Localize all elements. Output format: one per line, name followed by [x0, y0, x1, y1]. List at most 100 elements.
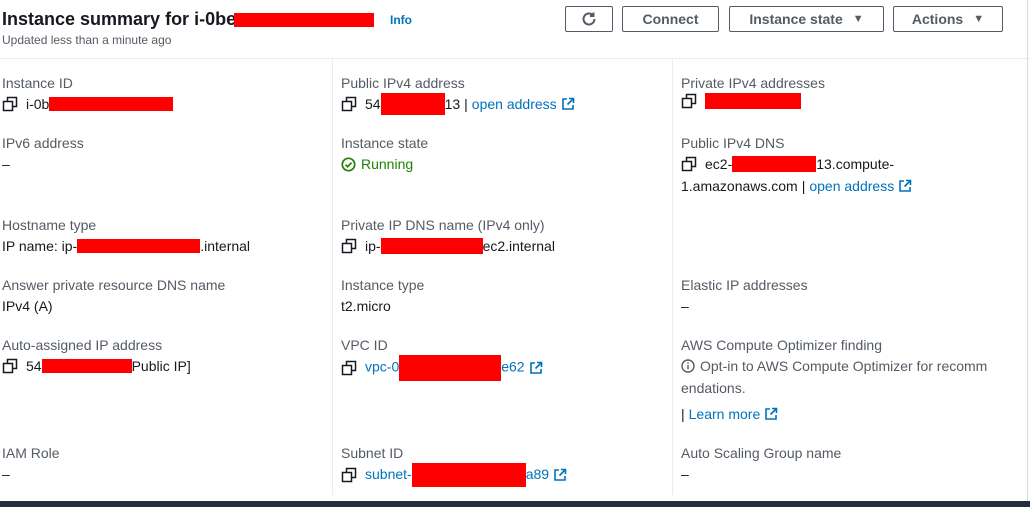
copy-icon[interactable]	[341, 238, 357, 254]
field-label: Public IPv4 address	[341, 75, 465, 91]
redaction-mark	[705, 93, 801, 109]
private-dns-prefix: ip-	[365, 238, 381, 254]
field-value: t2.micro	[341, 298, 391, 314]
learn-more-link[interactable]: Learn more	[689, 403, 761, 425]
open-address-link[interactable]: open address	[809, 175, 894, 197]
field-value: –	[681, 466, 689, 482]
field-iam-role: IAM Role –	[2, 443, 60, 485]
check-circle-icon	[341, 156, 356, 172]
field-label: Instance ID	[2, 75, 73, 91]
copy-icon[interactable]	[681, 93, 697, 109]
instance-state-button-label: Instance state	[749, 11, 843, 27]
field-label: Private IPv4 addresses	[681, 75, 825, 91]
vpc-id-suffix: e62	[501, 358, 525, 375]
separator: |	[801, 178, 806, 194]
optimizer-text: Opt-in to AWS Compute Optimizer for reco…	[681, 358, 988, 396]
column-divider	[332, 60, 333, 495]
field-ipv6: IPv6 address –	[2, 133, 84, 175]
redaction-mark	[411, 463, 526, 488]
external-link-icon[interactable]	[553, 468, 567, 482]
scroll-edge	[1027, 0, 1028, 507]
subnet-id-suffix: a89	[525, 466, 550, 482]
field-value: subnet-a89	[341, 463, 567, 488]
open-address-link[interactable]: open address	[472, 93, 557, 115]
external-link-icon[interactable]	[529, 361, 543, 375]
status-badge: Running	[341, 153, 428, 175]
external-link-icon[interactable]	[764, 407, 778, 421]
field-label: Auto Scaling Group name	[681, 445, 842, 461]
field-value-line2: 1.amazonaws.com | open address	[681, 175, 1021, 197]
field-label: Subnet ID	[341, 445, 404, 461]
instance-state-button[interactable]: Instance state ▼	[729, 6, 884, 32]
redaction-mark	[399, 355, 502, 381]
field-label: IPv6 address	[2, 135, 84, 151]
field-label: Hostname type	[2, 217, 97, 233]
public-ip-suffix: 13	[444, 96, 461, 112]
field-instance-id: Instance ID i-0b	[2, 73, 174, 115]
external-link-icon[interactable]	[561, 97, 575, 111]
copy-icon[interactable]	[2, 358, 18, 374]
field-value: i-0b	[2, 93, 174, 115]
subnet-id-link[interactable]: subnet-a89	[365, 463, 550, 488]
field-auto-ip: Auto-assigned IP address 54 Public IP]	[2, 335, 191, 377]
field-value: 54 Public IP]	[2, 355, 191, 377]
connect-button[interactable]: Connect	[622, 6, 719, 32]
field-public-dns: Public IPv4 DNS ec2- 13.compute- 1.amazo…	[681, 133, 1021, 197]
field-answer-dns: Answer private resource DNS name IPv4 (A…	[2, 275, 225, 317]
field-public-ipv4: Public IPv4 address 54 13 | open address	[341, 73, 575, 115]
field-optimizer: AWS Compute Optimizer finding Opt-in to …	[681, 335, 1007, 425]
auto-ip-suffix: Public IP]	[131, 358, 191, 374]
field-value: Opt-in to AWS Compute Optimizer for reco…	[681, 355, 1007, 399]
actions-button[interactable]: Actions ▼	[893, 6, 1003, 32]
field-label: Answer private resource DNS name	[2, 277, 226, 293]
field-value: –	[2, 156, 10, 172]
hostname-prefix: IP name: ip-	[2, 238, 78, 254]
field-asg-name: Auto Scaling Group name –	[681, 443, 841, 485]
info-link[interactable]: Info	[390, 13, 412, 27]
field-subnet-id: Subnet ID subnet-a89	[341, 443, 567, 488]
field-value: ip- ec2.internal	[341, 235, 555, 257]
page-title: Instance summary for i-0be	[2, 8, 375, 30]
refresh-icon	[582, 12, 596, 26]
field-value-link: | Learn more	[681, 403, 1007, 425]
copy-icon[interactable]	[341, 96, 357, 112]
field-label: Elastic IP addresses	[681, 277, 808, 293]
public-dns-line2: 1.amazonaws.com	[681, 178, 798, 194]
redaction-mark	[380, 93, 445, 115]
field-private-ipv4: Private IPv4 addresses	[681, 73, 825, 109]
auto-ip-prefix: 54	[26, 358, 42, 374]
copy-icon[interactable]	[341, 360, 357, 376]
field-value: vpc-0 e62	[341, 355, 543, 381]
field-label: IAM Role	[2, 445, 60, 461]
hostname-suffix: .internal	[200, 238, 251, 254]
redaction-mark	[732, 156, 817, 172]
field-private-dns: Private IP DNS name (IPv4 only) ip- ec2.…	[341, 215, 555, 257]
field-hostname-type: Hostname type IP name: ip- .internal	[2, 215, 250, 257]
field-value: IP name: ip- .internal	[2, 235, 250, 257]
field-label: AWS Compute Optimizer finding	[681, 337, 882, 353]
updated-status: Updated less than a minute ago	[2, 33, 172, 47]
copy-icon[interactable]	[681, 156, 697, 172]
field-vpc-id: VPC ID vpc-0 e62	[341, 335, 543, 381]
bottom-bar	[0, 501, 1030, 507]
vpc-id-link[interactable]: vpc-0 e62	[365, 355, 525, 381]
page-title-text: Instance summary for i-0be	[2, 9, 237, 29]
redaction-mark	[41, 359, 132, 373]
refresh-button[interactable]	[565, 6, 613, 32]
public-ip-prefix: 54	[365, 96, 381, 112]
copy-icon[interactable]	[2, 96, 18, 112]
subnet-id-prefix: subnet-	[365, 466, 412, 482]
field-label: VPC ID	[341, 337, 388, 353]
external-link-icon[interactable]	[898, 179, 912, 193]
public-dns-prefix: ec2-	[705, 156, 733, 172]
actions-button-label: Actions	[911, 11, 964, 27]
field-elastic-ip: Elastic IP addresses –	[681, 275, 808, 317]
instance-state-value: Running	[361, 156, 414, 172]
field-instance-state: Instance state Running	[341, 133, 428, 175]
redaction-mark	[380, 238, 483, 254]
field-value	[681, 93, 825, 109]
column-divider	[672, 60, 673, 495]
field-label: Public IPv4 DNS	[681, 135, 785, 151]
summary-header: Instance summary for i-0be Info Updated …	[0, 0, 1030, 59]
copy-icon[interactable]	[341, 467, 357, 483]
